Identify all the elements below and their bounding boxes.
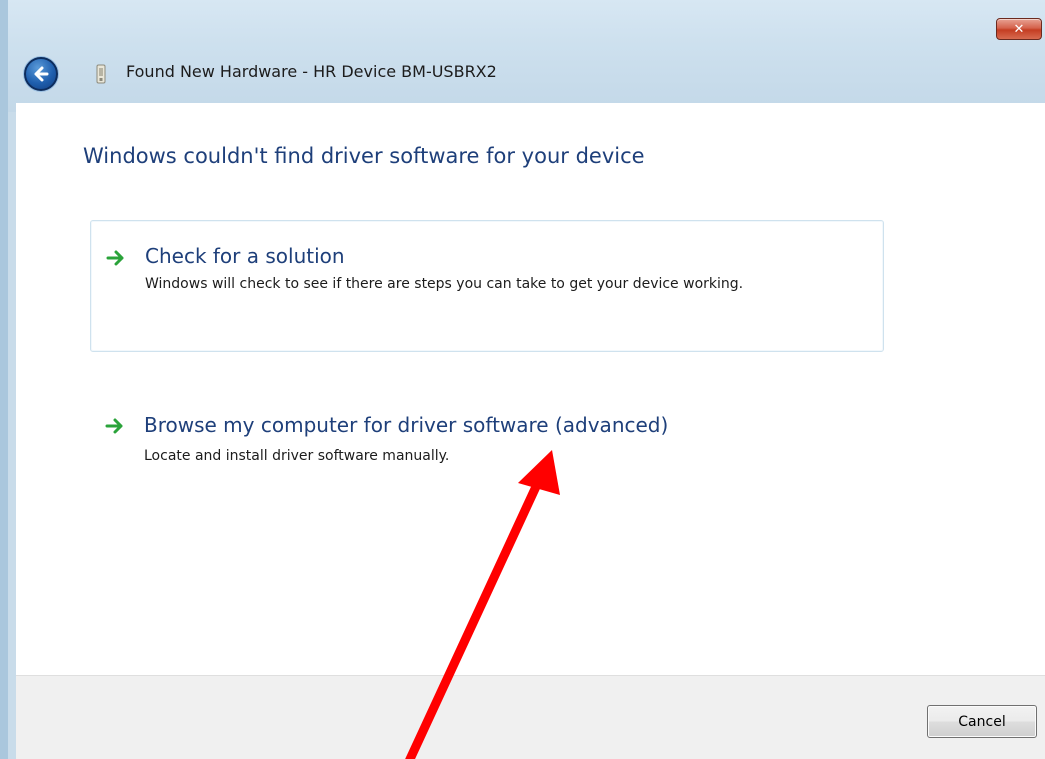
wizard-window: ✕ Found New Hardware - HR Device BM-USBR… xyxy=(0,0,1045,759)
cancel-button[interactable]: Cancel xyxy=(927,705,1037,738)
option-description: Windows will check to see if there are s… xyxy=(145,276,744,292)
wizard-content: Windows couldn't find driver software fo… xyxy=(16,103,1045,675)
title-prefix: Found New Hardware - xyxy=(126,62,314,81)
option-description: Locate and install driver software manua… xyxy=(144,448,450,464)
close-icon: ✕ xyxy=(1013,21,1025,37)
close-button[interactable]: ✕ xyxy=(996,18,1042,40)
back-button[interactable] xyxy=(24,57,58,91)
page-heading: Windows couldn't find driver software fo… xyxy=(83,144,645,168)
green-arrow-icon xyxy=(106,250,124,266)
wizard-footer: Cancel xyxy=(16,675,1045,759)
green-arrow-icon xyxy=(105,418,123,434)
option-browse-computer[interactable]: Browse my computer for driver software (… xyxy=(90,408,884,470)
title-bar: ✕ Found New Hardware - HR Device BM-USBR… xyxy=(8,0,1045,112)
title-device-name: HR Device BM-USBRX2 xyxy=(313,62,497,81)
back-arrow-icon xyxy=(34,66,49,82)
option-title: Check for a solution xyxy=(145,244,345,268)
usb-device-icon xyxy=(96,64,106,84)
window-title: Found New Hardware - HR Device BM-USBRX2 xyxy=(126,62,497,81)
option-title: Browse my computer for driver software (… xyxy=(144,413,669,437)
option-check-for-solution[interactable]: Check for a solution Windows will check … xyxy=(90,220,884,352)
